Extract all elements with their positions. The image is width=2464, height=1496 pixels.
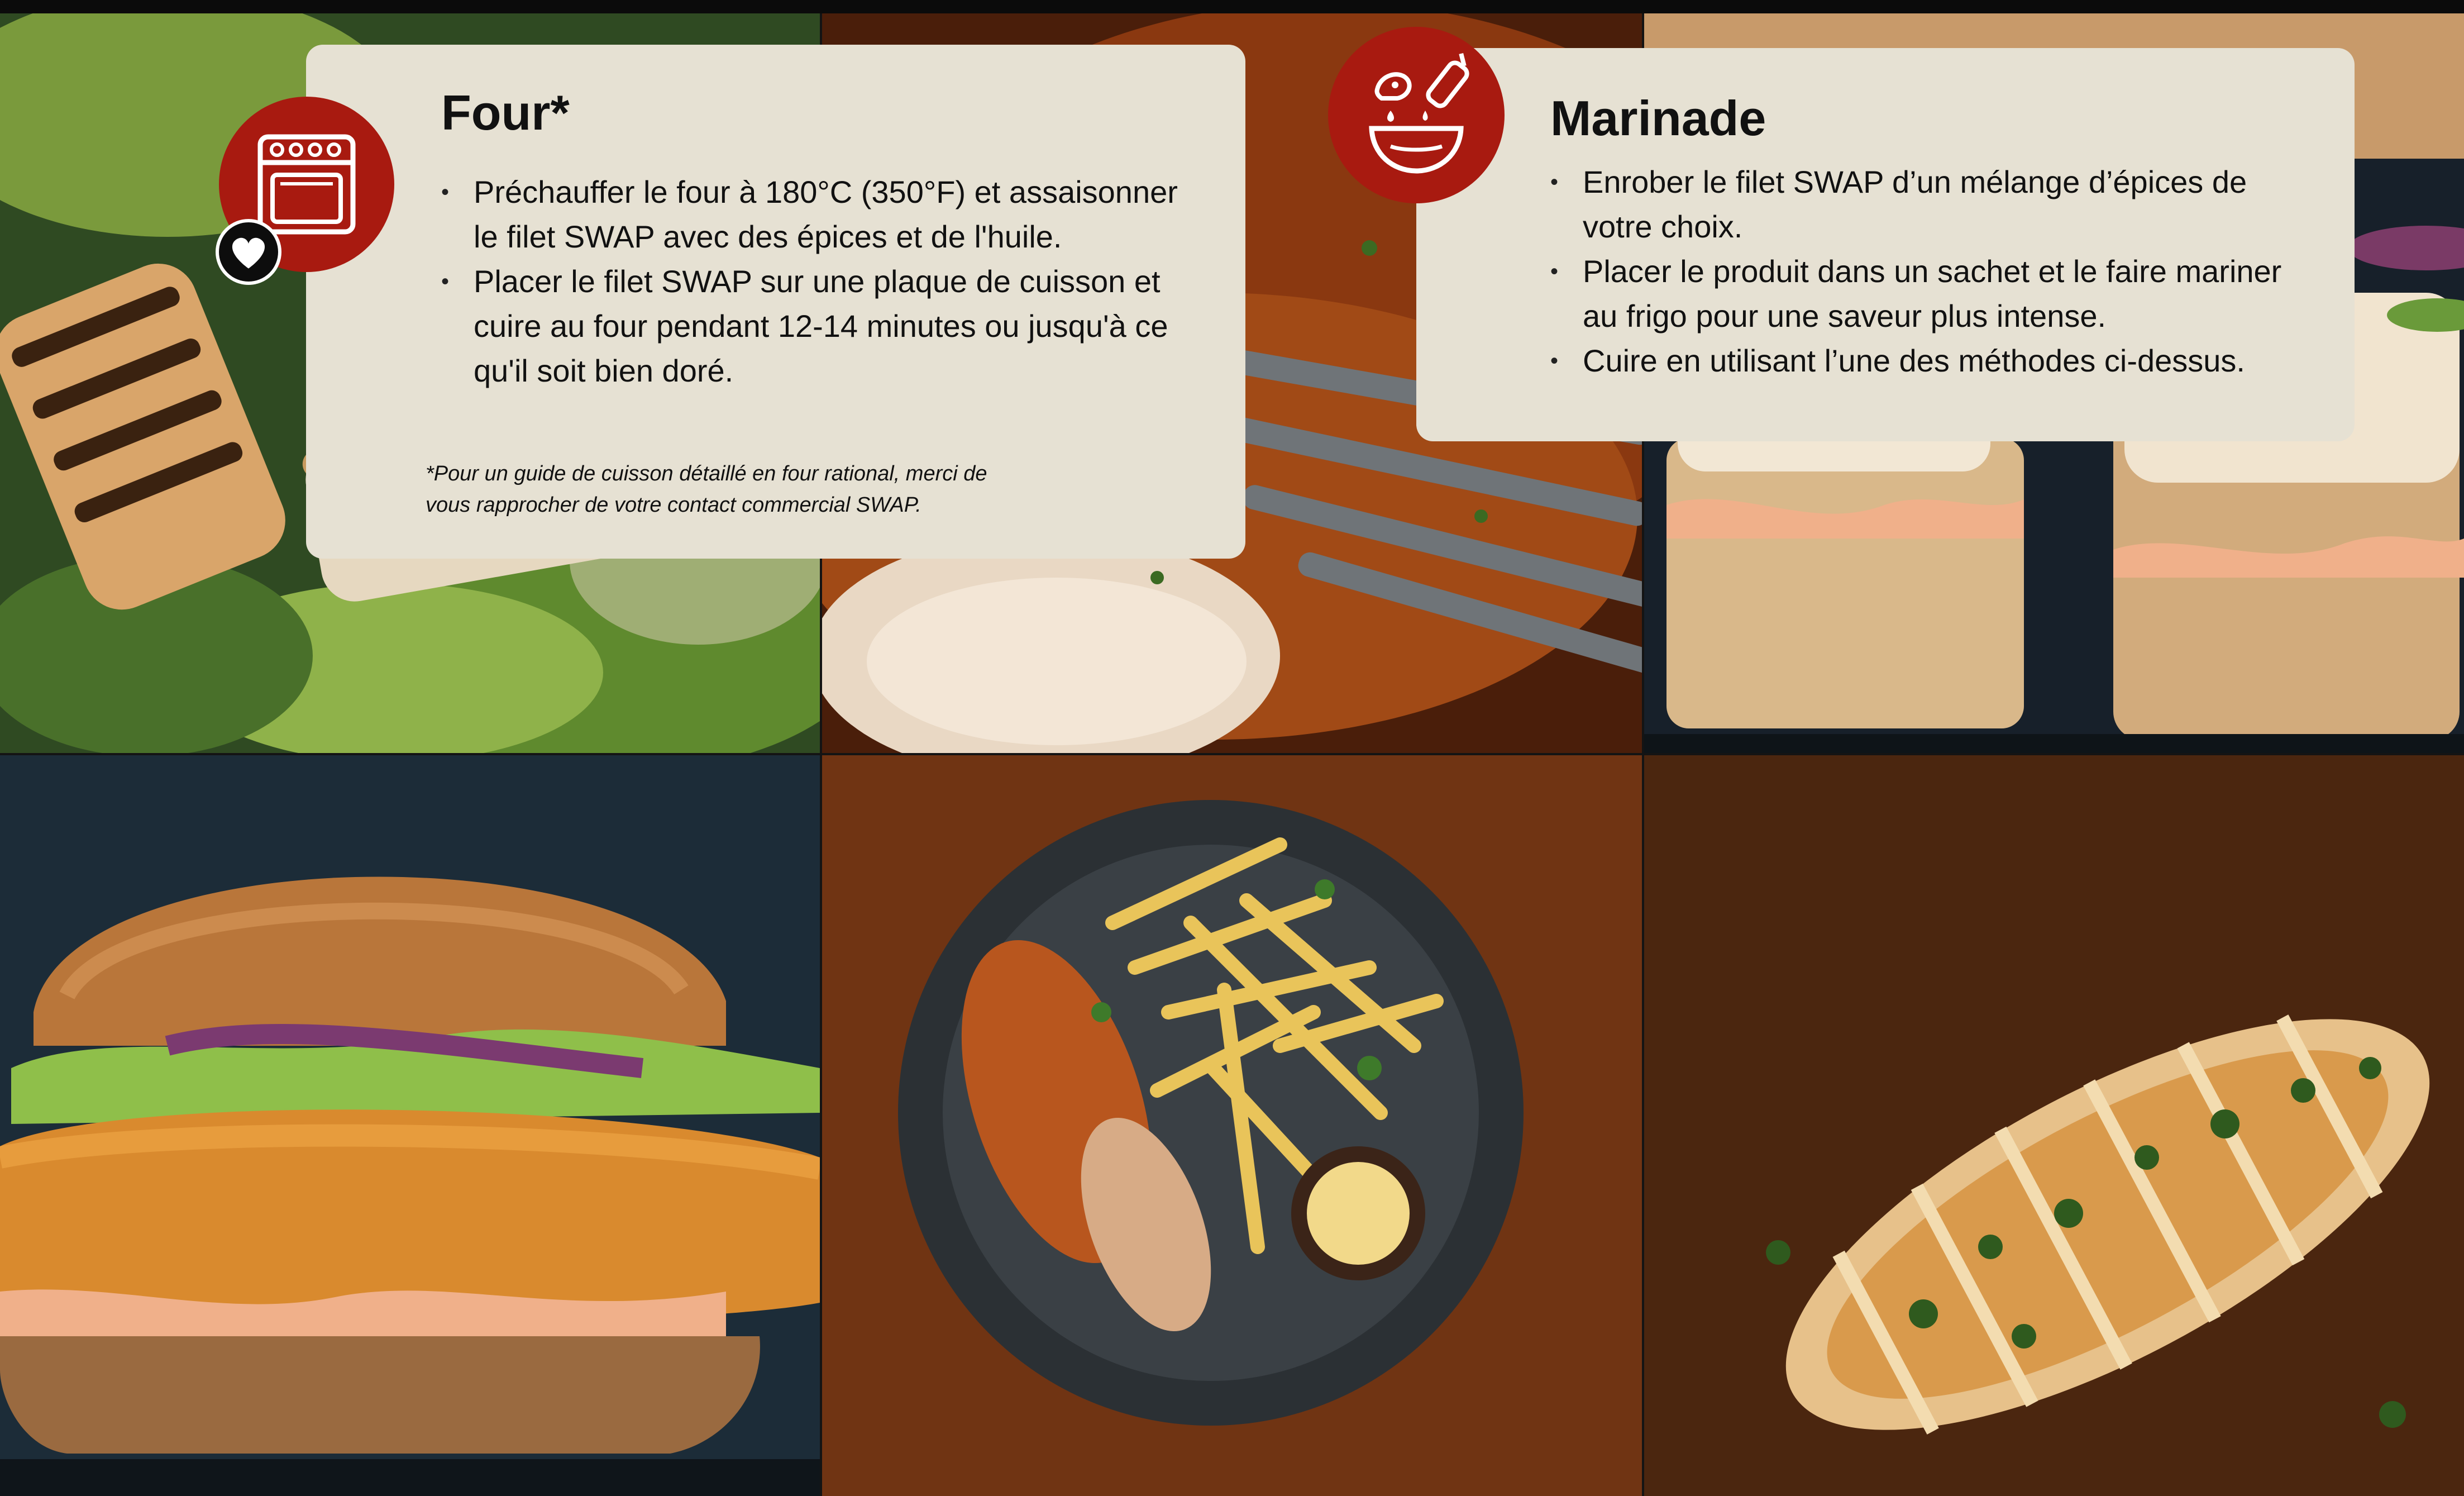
marinade-instructions-card: Marinade Enrober le filet SWAP d’un méla… — [1416, 48, 2355, 441]
marinade-step-3: Cuire en utilisant l’une des méthodes ci… — [1550, 339, 2321, 383]
card-title-four: Four* — [441, 85, 570, 140]
top-edge-bar — [0, 0, 2464, 13]
marinade-step-1: Enrober le filet SWAP d’un mélange d’épi… — [1550, 160, 2321, 249]
oven-footnote: *Pour un guide de cuisson détaillé en fo… — [426, 462, 987, 517]
marinade-bowl-icon — [1369, 53, 1469, 174]
herb-grilled-chicken-fillet-photo — [1644, 755, 2464, 1496]
oven-step-2: Placer le filet SWAP sur une plaque de c… — [441, 259, 1190, 393]
crispy-chicken-burger-photo — [0, 755, 820, 1496]
favorite-badge — [216, 219, 281, 285]
marinade-step-2: Placer le produit dans un sachet et le f… — [1550, 249, 2321, 339]
marinade-badge — [1328, 27, 1505, 203]
heart-icon — [232, 237, 265, 269]
marinade-steps-list: Enrober le filet SWAP d’un mélange d’épi… — [1550, 160, 2321, 383]
oven-instructions-card: Four* Préchauffer le four à 180°C (350°F… — [306, 45, 1245, 559]
chicken-and-fries-plate-photo — [822, 755, 1642, 1496]
oven-steps-list: Préchauffer le four à 180°C (350°F) et a… — [441, 170, 1190, 393]
card-title-marinade: Marinade — [1550, 90, 1766, 146]
oven-step-1: Préchauffer le four à 180°C (350°F) et a… — [441, 170, 1190, 259]
